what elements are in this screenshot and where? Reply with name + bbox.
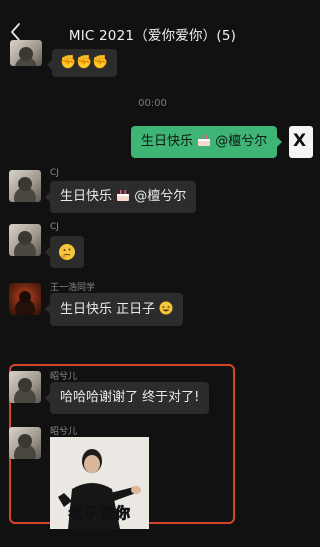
chat-header: MIC 2021（爱你爱你）(5) — [0, 0, 305, 56]
sender-name: 王一浩同学 — [50, 283, 96, 293]
sender-name: CJ — [50, 222, 59, 232]
side-badge: X — [289, 126, 313, 158]
message-text: 生日快乐 — [60, 189, 113, 204]
message-text: 生日快乐 正日子 — [60, 302, 156, 317]
birthday-cake-emoji — [198, 135, 211, 146]
timestamp: 00:00 — [138, 98, 167, 109]
message-text: 生日快乐 — [141, 134, 194, 149]
message-bubble[interactable]: ✊✊✊ — [47, 49, 117, 77]
message-bubble[interactable]: 哈哈哈谢谢了 终于对了! — [44, 382, 210, 414]
outgoing-message-bubble[interactable]: 生日快乐 @檀兮尔 — [131, 126, 283, 158]
laughing-face-emoji — [159, 301, 173, 315]
mention-text[interactable]: @檀兮尔 — [215, 134, 267, 149]
avatar[interactable] — [9, 283, 41, 315]
message-bubble[interactable]: 生日快乐 @檀兮尔 — [44, 181, 197, 213]
sender-name: CJ — [50, 168, 59, 178]
sticker-image[interactable]: 老子爱你 — [50, 437, 149, 529]
fist-emoji: ✊✊✊ — [60, 55, 109, 70]
chat-title: MIC 2021（爱你爱你）(5) — [68, 28, 237, 44]
avatar[interactable] — [9, 170, 41, 202]
avatar[interactable] — [10, 40, 42, 66]
avatar[interactable] — [9, 224, 41, 256]
thinking-face-emoji — [59, 244, 75, 260]
sender-name: 昭兮儿 — [50, 427, 78, 437]
mention-text[interactable]: @檀兮尔 — [134, 189, 186, 204]
message-text: 哈哈哈谢谢了 终于对了! — [60, 390, 200, 405]
avatar[interactable] — [9, 371, 41, 403]
message-bubble[interactable]: 生日快乐 正日子 — [44, 293, 184, 326]
sticker-caption: 老子爱你 — [68, 504, 131, 523]
message-bubble[interactable] — [45, 236, 84, 268]
sender-name: 昭兮儿 — [50, 372, 78, 382]
birthday-cake-emoji — [117, 190, 130, 201]
avatar[interactable] — [9, 427, 41, 459]
